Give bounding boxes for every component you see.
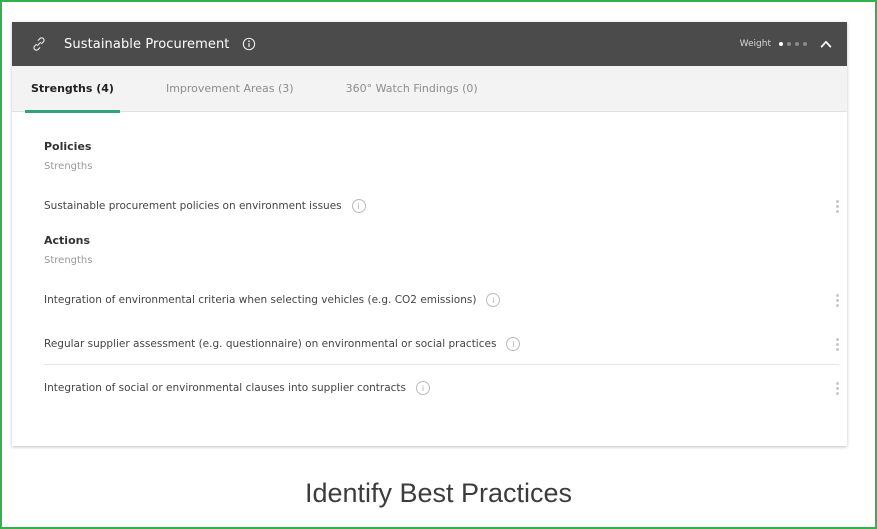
weight-dot [787, 42, 791, 46]
more-options-icon[interactable] [835, 380, 839, 398]
tab-improvement-areas[interactable]: Improvement Areas (3) [154, 66, 306, 112]
weight-dot [779, 42, 783, 46]
tab-360-watch-findings[interactable]: 360° Watch Findings (0) [334, 66, 490, 112]
tab-strengths[interactable]: Strengths (4) [19, 66, 126, 113]
more-options-icon[interactable] [835, 198, 839, 216]
section-title-actions: Actions [44, 234, 90, 247]
info-icon[interactable]: i [416, 381, 431, 395]
item-label: Regular supplier assessment (e.g. questi… [44, 338, 497, 350]
card-header: Sustainable Procurement Weight [12, 22, 847, 66]
section-title-policies: Policies [44, 140, 92, 153]
list-item: Regular supplier assessment (e.g. questi… [44, 324, 839, 364]
assessment-card: Sustainable Procurement Weight Strengths… [12, 22, 847, 446]
item-label: Sustainable procurement policies on envi… [44, 200, 342, 212]
list-item: Integration of social or environmental c… [44, 368, 839, 408]
card-title: Sustainable Procurement [64, 36, 230, 52]
info-icon[interactable] [242, 37, 256, 51]
tab-bar: Strengths (4) Improvement Areas (3) 360°… [12, 66, 847, 113]
more-options-icon[interactable] [835, 336, 839, 354]
section-subtitle-policies: Strengths [44, 161, 93, 172]
more-options-icon[interactable] [835, 292, 839, 310]
info-icon[interactable]: i [506, 337, 521, 351]
item-label: Integration of environmental criteria wh… [44, 294, 477, 306]
list-item: Sustainable procurement policies on envi… [44, 186, 839, 226]
weight-dot [803, 42, 807, 46]
weight-label: Weight [739, 39, 771, 49]
section-subtitle-actions: Strengths [44, 255, 93, 266]
info-icon[interactable]: i [486, 293, 501, 307]
chevron-up-icon[interactable] [819, 37, 833, 51]
weight-indicator [779, 42, 807, 46]
link-icon [33, 37, 45, 51]
row-divider [44, 364, 839, 365]
list-item: Integration of environmental criteria wh… [44, 280, 839, 320]
caption: Identify Best Practices [304, 478, 573, 508]
strengths-content: Policies Strengths Sustainable procureme… [12, 140, 847, 408]
item-label: Integration of social or environmental c… [44, 382, 407, 394]
info-icon[interactable]: i [351, 199, 366, 213]
weight-dot [795, 42, 799, 46]
